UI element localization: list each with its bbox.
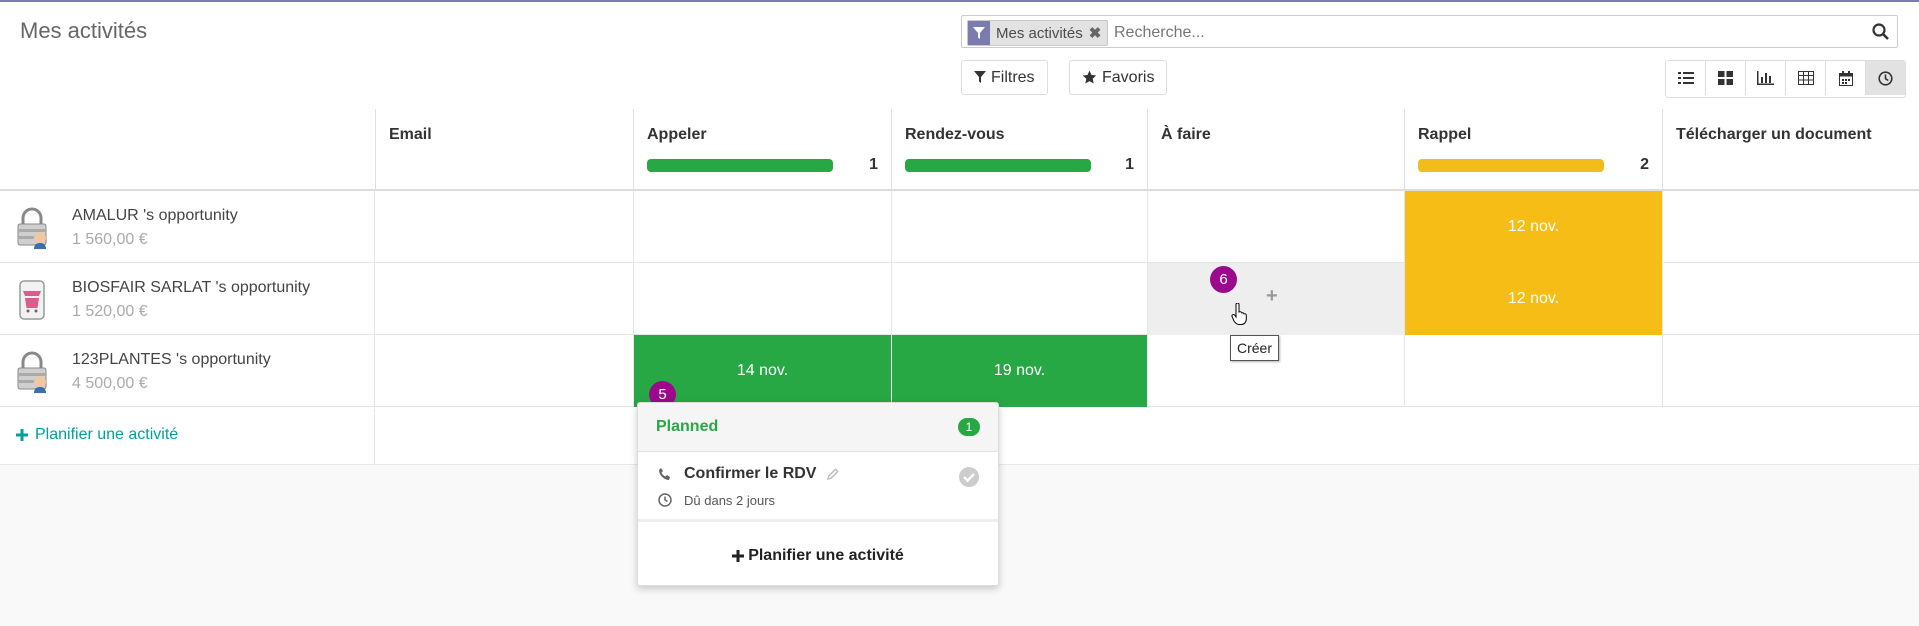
favorites-button[interactable]: Favoris	[1069, 60, 1168, 95]
progress-bar[interactable]	[905, 159, 1091, 172]
activity-cell[interactable]	[1405, 335, 1663, 407]
activity-cell[interactable]	[375, 191, 634, 263]
column-name: À faire	[1161, 126, 1211, 143]
activity-item[interactable]: Confirmer le RDV Dû dans 2 jours	[638, 452, 998, 522]
filters-button[interactable]: Filtres	[961, 60, 1048, 95]
table-row: AMALUR 's opportunity 1 560,00 € 12 nov.	[0, 191, 1919, 263]
activity-cell-today[interactable]: 12 nov.	[1405, 263, 1663, 335]
activity-cell[interactable]	[1148, 191, 1405, 263]
search-icon[interactable]	[1871, 22, 1891, 42]
step-badge: 6	[1210, 266, 1237, 293]
facet-label: Mes activités	[996, 24, 1083, 42]
record-name: BIOSFAIR SARLAT 's opportunity	[72, 279, 311, 296]
record-cell[interactable]: BIOSFAIR SARLAT 's opportunity 1 520,00 …	[0, 263, 375, 335]
popover-header: Planned 1	[638, 403, 998, 452]
star-icon	[1082, 70, 1097, 84]
activity-cell-hovered[interactable]: +	[1148, 263, 1405, 335]
record-amount: 4 500,00 €	[72, 375, 148, 392]
kanban-view-icon[interactable]	[1705, 61, 1745, 95]
lock-icon	[17, 351, 47, 393]
column-name: Appeler	[647, 126, 707, 143]
search-facet[interactable]: Mes activités ✖	[967, 20, 1109, 46]
graph-view-icon[interactable]	[1745, 61, 1785, 95]
plus-icon	[732, 550, 745, 562]
record-amount: 1 560,00 €	[72, 231, 148, 248]
lock-icon	[17, 207, 47, 249]
popover-title: Planned	[656, 418, 719, 435]
activity-cell[interactable]	[634, 191, 892, 263]
remove-facet-icon[interactable]: ✖	[1089, 24, 1108, 42]
activity-cell[interactable]	[1663, 335, 1919, 407]
schedule-activity-label: Planifier une activité	[748, 547, 904, 564]
schedule-label: Planifier une activité	[35, 426, 179, 443]
column-count: 1	[1125, 156, 1134, 173]
schedule-activity-button[interactable]: Planifier une activité	[638, 528, 998, 584]
tooltip: Créer	[1230, 335, 1280, 361]
activity-cell-today[interactable]: 12 nov.	[1405, 191, 1663, 263]
record-cell[interactable]: 123PLANTES 's opportunity 4 500,00 €	[0, 335, 375, 407]
plus-icon[interactable]: +	[1266, 285, 1278, 308]
filters-label: Filtres	[991, 68, 1035, 86]
shop-icon	[19, 280, 45, 320]
activity-cell[interactable]	[375, 263, 634, 335]
activity-cell[interactable]	[892, 191, 1148, 263]
activity-cell[interactable]	[1663, 191, 1919, 263]
pivot-view-icon[interactable]	[1785, 61, 1825, 95]
schedule-cell: Planifier une activité	[0, 409, 375, 465]
column-header-rendez-vous: Rendez-vous 1	[892, 109, 1148, 191]
column-header-email: Email	[376, 109, 634, 191]
view-switcher	[1665, 60, 1906, 98]
search-bar[interactable]: Mes activités ✖	[961, 15, 1898, 48]
column-name: Télécharger un document	[1676, 126, 1872, 143]
column-name: Rappel	[1418, 126, 1472, 143]
table-row: BIOSFAIR SARLAT 's opportunity 1 520,00 …	[0, 263, 1919, 335]
header-corner	[0, 109, 376, 191]
activity-view-icon[interactable]	[1865, 61, 1905, 95]
activity-cell-planned[interactable]: 19 nov.	[892, 335, 1148, 407]
activity-cell[interactable]	[1663, 263, 1919, 335]
control-panel: Mes activités Mes activités ✖ Filtres Fa…	[0, 2, 1919, 110]
column-header-telecharger: Télécharger un document	[1663, 109, 1919, 191]
cursor-icon	[1231, 303, 1247, 325]
activity-cell[interactable]	[375, 335, 634, 407]
filter-icon	[974, 71, 986, 83]
column-header-rappel: Rappel 2	[1405, 109, 1663, 191]
plus-icon	[16, 429, 28, 441]
column-count: 2	[1640, 156, 1649, 173]
clock-icon	[658, 493, 672, 507]
filter-icon	[968, 21, 990, 45]
column-count: 1	[869, 156, 878, 173]
progress-bar[interactable]	[647, 159, 833, 172]
column-header-appeler: Appeler 1	[634, 109, 892, 191]
activity-popover: Planned 1 Confirmer le RDV Dû dans 2 jou…	[637, 402, 999, 586]
phone-icon	[659, 468, 670, 480]
column-name: Rendez-vous	[905, 126, 1005, 143]
record-amount: 1 520,00 €	[72, 303, 148, 320]
activity-name: Confirmer le RDV	[684, 465, 817, 482]
count-badge: 1	[958, 418, 980, 436]
favorites-label: Favoris	[1102, 68, 1155, 86]
check-circle-icon[interactable]	[958, 466, 980, 488]
activity-due: Dû dans 2 jours	[684, 493, 776, 508]
list-view-icon[interactable]	[1666, 61, 1705, 95]
activity-cell[interactable]	[892, 263, 1148, 335]
record-cell[interactable]: AMALUR 's opportunity 1 560,00 €	[0, 191, 375, 263]
column-name: Email	[389, 126, 432, 143]
column-header-a-faire: À faire	[1148, 109, 1405, 191]
activity-cell[interactable]	[634, 263, 892, 335]
calendar-view-icon[interactable]	[1825, 61, 1865, 95]
page-title: Mes activités	[20, 18, 148, 43]
progress-bar[interactable]	[1418, 159, 1604, 172]
table-row: 123PLANTES 's opportunity 4 500,00 € 14 …	[0, 335, 1919, 407]
record-name: 123PLANTES 's opportunity	[72, 351, 271, 368]
schedule-activity-link[interactable]: Planifier une activité	[16, 426, 178, 444]
pencil-icon[interactable]	[827, 468, 839, 480]
record-name: AMALUR 's opportunity	[72, 207, 238, 224]
search-input[interactable]	[1112, 20, 1836, 46]
